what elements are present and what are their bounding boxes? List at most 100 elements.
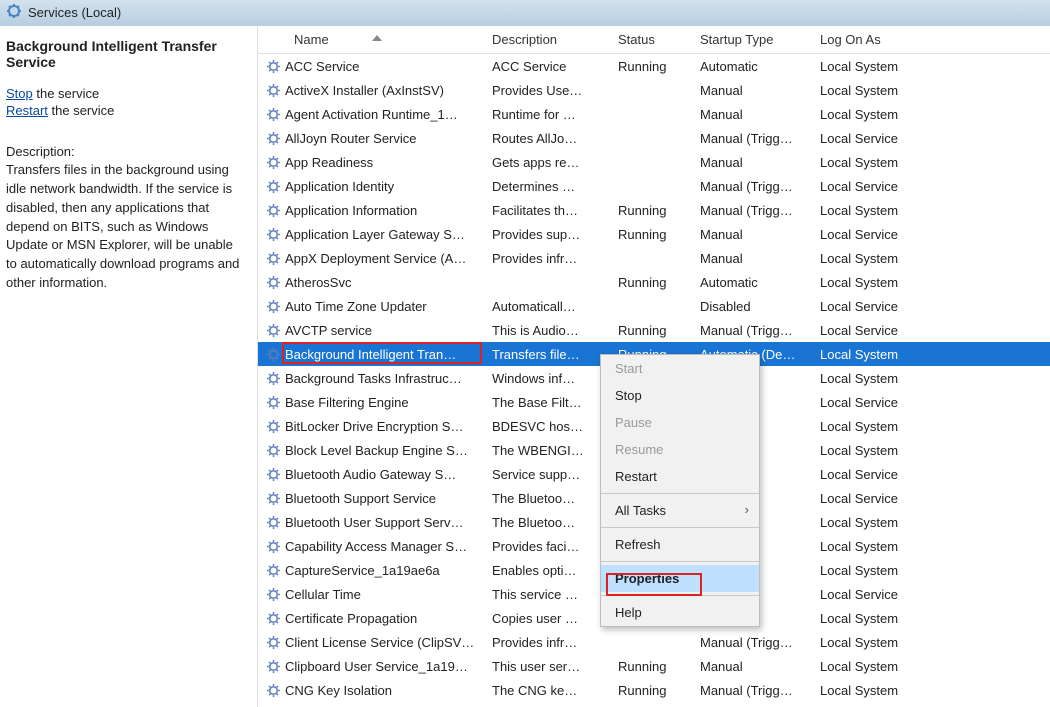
service-logon: Local System [814, 611, 934, 626]
menu-refresh[interactable]: Refresh [601, 531, 759, 558]
service-startup: Manual (Trigg… [694, 323, 814, 338]
gear-icon [266, 323, 281, 338]
service-name: AppX Deployment Service (A… [285, 251, 480, 266]
service-desc: Copies user … [486, 611, 612, 626]
service-logon: Local Service [814, 323, 934, 338]
service-status: Running [612, 659, 694, 674]
service-row[interactable]: Clipboard User Service_1a19…This user se… [258, 654, 1050, 678]
service-name: Background Intelligent Tran… [285, 347, 480, 362]
service-name: AtherosSvc [285, 275, 480, 290]
service-row[interactable]: Client License Service (ClipSV…Provides … [258, 630, 1050, 654]
gear-icon [266, 371, 281, 386]
service-row[interactable]: Agent Activation Runtime_1…Runtime for …… [258, 102, 1050, 126]
menu-help[interactable]: Help [601, 599, 759, 626]
service-row[interactable]: AppX Deployment Service (A… Provides infr… [258, 246, 1050, 270]
service-logon: Local Service [814, 227, 934, 242]
service-name: Background Tasks Infrastruc… [285, 371, 480, 386]
gear-icon [266, 107, 281, 122]
gear-icon [266, 347, 281, 362]
service-name: App Readiness [285, 155, 480, 170]
service-row[interactable]: Application InformationFacilitates th…Ru… [258, 198, 1050, 222]
service-row[interactable]: Application IdentityDetermines …Manual (… [258, 174, 1050, 198]
service-startup: Manual (Trigg… [694, 683, 814, 698]
service-name: CNG Key Isolation [285, 683, 480, 698]
menu-resume[interactable]: Resume [601, 436, 759, 463]
service-desc: Service supp… [486, 467, 612, 482]
service-row[interactable]: AtherosSvcRunningAutomaticLocal System [258, 270, 1050, 294]
service-name: Bluetooth User Support Serv… [285, 515, 480, 530]
service-name: BitLocker Drive Encryption S… [285, 419, 480, 434]
service-desc: The WBENGI… [486, 443, 612, 458]
service-logon: Local System [814, 83, 934, 98]
service-startup: Manual [694, 659, 814, 674]
service-name: Application Identity [285, 179, 480, 194]
menu-stop[interactable]: Stop [601, 382, 759, 409]
service-row[interactable]: AllJoyn Router ServiceRoutes AllJo…Manua… [258, 126, 1050, 150]
menu-pause[interactable]: Pause [601, 409, 759, 436]
gear-icon [266, 299, 281, 314]
selected-service-title: Background Intelligent Transfer Service [6, 38, 247, 70]
service-logon: Local Service [814, 395, 934, 410]
service-name: Application Layer Gateway S… [285, 227, 480, 242]
service-name: CaptureService_1a19ae6a [285, 563, 480, 578]
gear-icon [266, 611, 281, 626]
gear-icon [266, 275, 281, 290]
column-header-status[interactable]: Status [612, 32, 694, 47]
service-name: ActiveX Installer (AxInstSV) [285, 83, 480, 98]
service-desc: Automaticall… [486, 299, 612, 314]
service-desc: The Bluetoo… [486, 491, 612, 506]
description-label: Description: [6, 144, 247, 159]
gear-icon [266, 659, 281, 674]
column-header-desc[interactable]: Description [486, 32, 612, 47]
gear-icon [266, 443, 281, 458]
menu-separator [601, 595, 759, 596]
service-desc: Provides sup… [486, 227, 612, 242]
service-startup: Manual (Trigg… [694, 635, 814, 650]
gear-icon [266, 251, 281, 266]
gear-icon [266, 395, 281, 410]
service-name: Block Level Backup Engine S… [285, 443, 480, 458]
menu-all-tasks[interactable]: All Tasks [601, 497, 759, 524]
service-name: Application Information [285, 203, 480, 218]
service-logon: Local System [814, 515, 934, 530]
service-startup: Manual (Trigg… [694, 131, 814, 146]
service-row[interactable]: Auto Time Zone UpdaterAutomaticall…Disab… [258, 294, 1050, 318]
service-logon: Local System [814, 251, 934, 266]
service-status: Running [612, 59, 694, 74]
gear-icon [266, 539, 281, 554]
menu-properties[interactable]: Properties [601, 565, 759, 592]
menu-start[interactable]: Start [601, 355, 759, 382]
service-logon: Local System [814, 563, 934, 578]
restart-link[interactable]: Restart [6, 103, 48, 118]
column-header-logon[interactable]: Log On As [814, 32, 934, 47]
stop-link[interactable]: Stop [6, 86, 33, 101]
service-logon: Local System [814, 683, 934, 698]
column-header-startup[interactable]: Startup Type [694, 32, 814, 47]
menu-restart[interactable]: Restart [601, 463, 759, 490]
service-logon: Local Service [814, 491, 934, 506]
service-startup: Manual (Trigg… [694, 203, 814, 218]
gear-icon [266, 155, 281, 170]
service-desc: This is Audio… [486, 323, 612, 338]
service-startup: Disabled [694, 299, 814, 314]
service-logon: Local System [814, 635, 934, 650]
service-row[interactable]: App ReadinessGets apps re…ManualLocal Sy… [258, 150, 1050, 174]
service-row[interactable]: CNG Key IsolationThe CNG ke…RunningManua… [258, 678, 1050, 702]
service-desc: This service … [486, 587, 612, 602]
details-pane: Background Intelligent Transfer Service … [0, 26, 258, 707]
service-desc: The Base Filt… [486, 395, 612, 410]
service-name: Certificate Propagation [285, 611, 480, 626]
gear-icon [266, 179, 281, 194]
service-logon: Local Service [814, 131, 934, 146]
service-row[interactable]: AVCTP serviceThis is Audio…RunningManual… [258, 318, 1050, 342]
service-row[interactable]: ActiveX Installer (AxInstSV)Provides Use… [258, 78, 1050, 102]
service-row[interactable]: Application Layer Gateway S… Provides sup… [258, 222, 1050, 246]
service-row[interactable]: ACC ServiceACC ServiceRunningAutomaticLo… [258, 54, 1050, 78]
service-logon: Local System [814, 107, 934, 122]
title-bar: Services (Local) [0, 0, 1050, 26]
service-desc: Provides infr… [486, 251, 612, 266]
service-startup: Manual [694, 155, 814, 170]
service-logon: Local System [814, 539, 934, 554]
column-header-row: Name Description Status Startup Type Log… [258, 26, 1050, 54]
column-header-name[interactable]: Name [258, 32, 486, 47]
